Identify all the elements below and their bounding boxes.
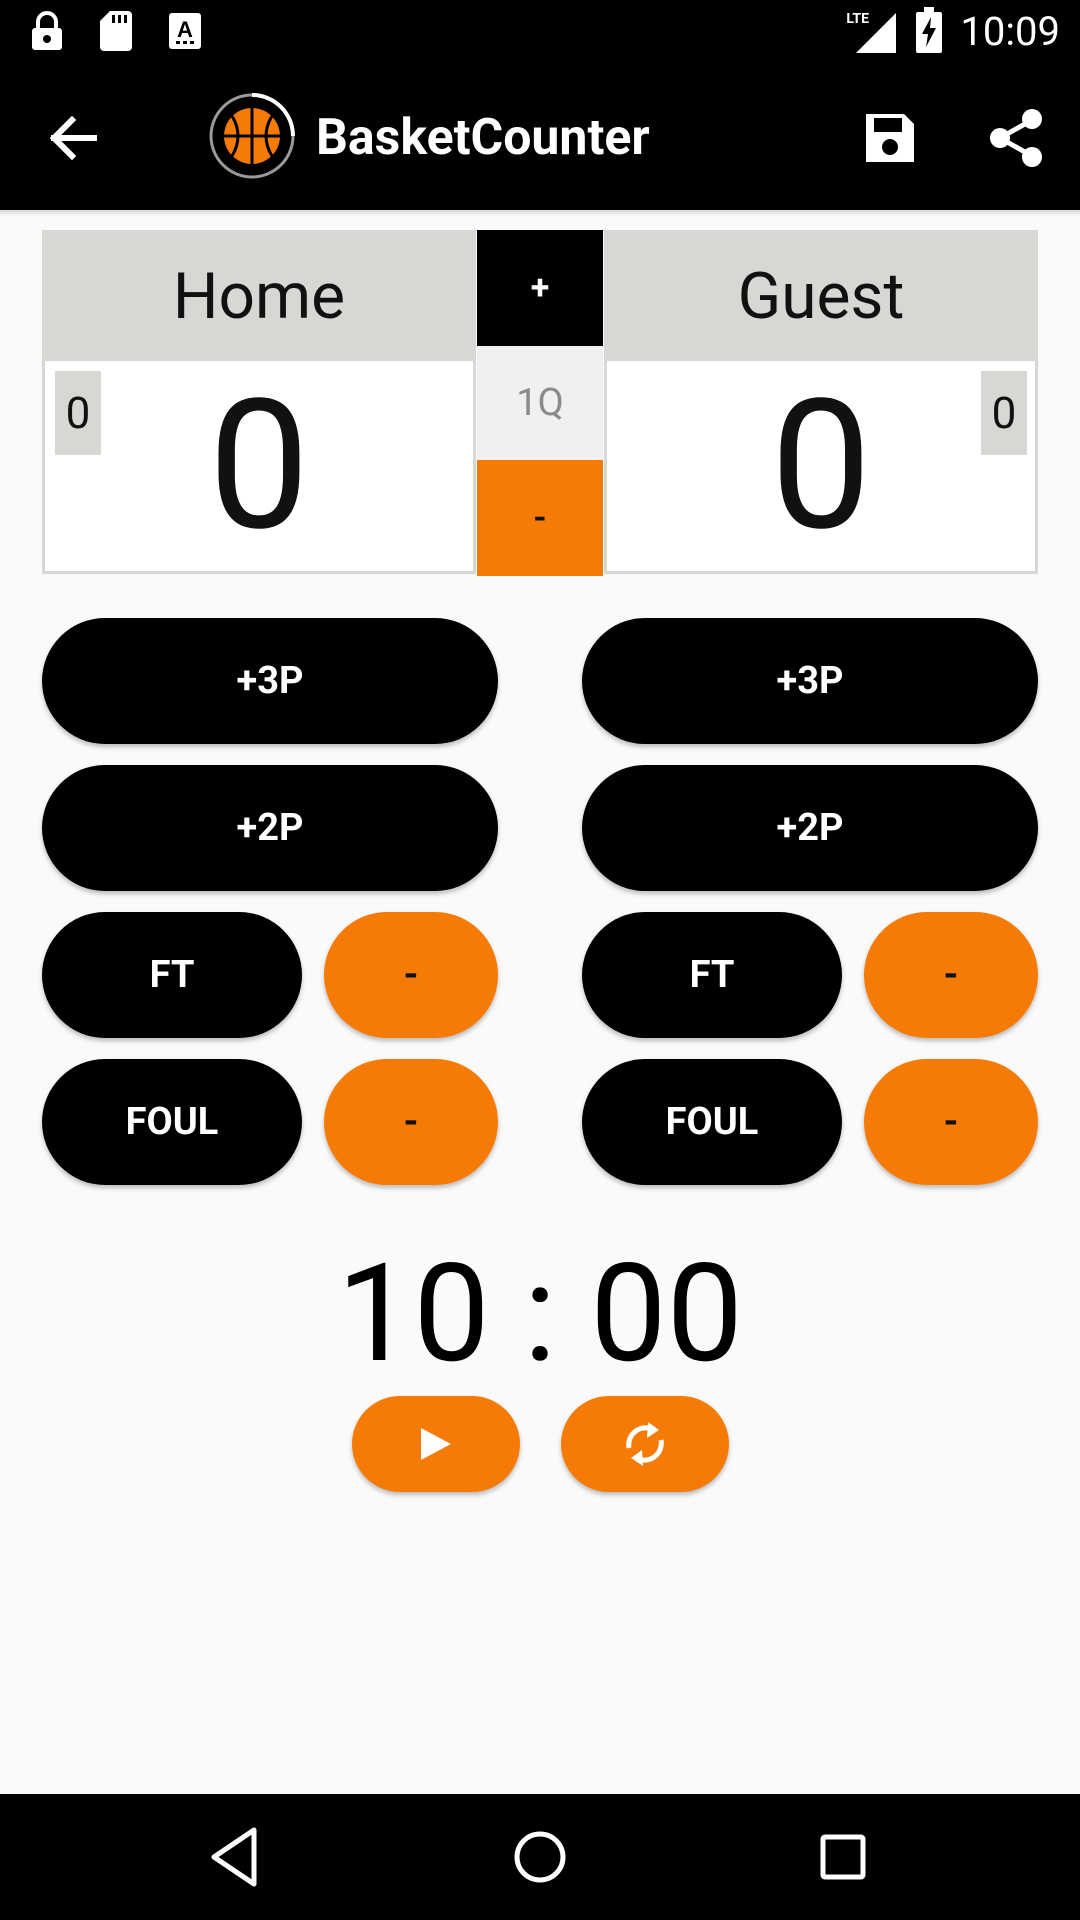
home-foul-minus-button[interactable]: -	[324, 1059, 498, 1185]
sd-card-icon	[100, 11, 132, 55]
home-team-name: Home	[45, 233, 473, 361]
home-three-point-button[interactable]: +3P	[42, 618, 498, 744]
nav-home-icon	[514, 1831, 566, 1883]
quarter-plus-button[interactable]: +	[477, 230, 603, 346]
app-title: BasketCounter	[316, 109, 650, 167]
signal-icon	[856, 13, 897, 53]
back-button[interactable]	[44, 110, 100, 166]
home-foul-button[interactable]: FOUL	[42, 1059, 302, 1185]
navigation-bar	[0, 1794, 1080, 1920]
svg-text:A: A	[177, 17, 193, 42]
guest-foul-button[interactable]: FOUL	[582, 1059, 842, 1185]
guest-foul-minus-button[interactable]: -	[864, 1059, 1038, 1185]
play-button[interactable]	[352, 1396, 520, 1492]
reset-icon	[626, 1422, 664, 1466]
guest-free-throw-button[interactable]: FT	[582, 912, 842, 1038]
reset-timer-button[interactable]	[561, 1396, 729, 1492]
guest-three-point-button[interactable]: +3P	[582, 618, 1038, 744]
quarter-indicator: 1Q	[477, 346, 603, 460]
play-icon	[421, 1428, 451, 1460]
save-icon	[866, 114, 914, 162]
save-button[interactable]	[862, 110, 918, 166]
home-free-throw-minus-button[interactable]: -	[324, 912, 498, 1038]
guest-two-point-button[interactable]: +2P	[582, 765, 1038, 891]
nav-home-button[interactable]	[507, 1824, 573, 1890]
clock: 10:09	[960, 8, 1060, 55]
app-bar: BasketCounter	[0, 64, 1080, 210]
guest-team-name: Guest	[607, 233, 1035, 361]
app-bar-shadow	[0, 210, 1080, 216]
status-system-icons: LTE 10:09	[846, 6, 1060, 58]
home-score-panel: Home 0 0	[42, 230, 476, 574]
battery-charging-icon	[916, 7, 943, 57]
home-two-point-button[interactable]: +2P	[42, 765, 498, 891]
home-score: 0	[208, 360, 310, 571]
status-notification-icons: A	[30, 10, 202, 56]
back-arrow-icon	[49, 115, 97, 161]
guest-score-panel: Guest 0 0	[604, 230, 1038, 574]
guest-free-throw-minus-button[interactable]: -	[864, 912, 1038, 1038]
guest-score: 0	[770, 360, 872, 571]
nav-back-icon	[211, 1827, 257, 1887]
status-bar: A LTE 10:09	[0, 0, 1080, 64]
share-icon	[990, 109, 1042, 167]
game-timer: 10 : 00	[336, 1235, 744, 1394]
keyboard-a-icon: A	[168, 12, 202, 54]
basketball-logo-icon	[208, 92, 296, 180]
lte-signal: LTE	[846, 9, 898, 55]
nav-recents-icon	[820, 1834, 866, 1880]
lock-icon	[30, 10, 64, 56]
nav-back-button[interactable]	[204, 1824, 270, 1890]
home-free-throw-button[interactable]: FT	[42, 912, 302, 1038]
share-button[interactable]	[988, 108, 1044, 168]
quarter-minus-button[interactable]: -	[477, 460, 603, 576]
nav-recents-button[interactable]	[810, 1824, 876, 1890]
